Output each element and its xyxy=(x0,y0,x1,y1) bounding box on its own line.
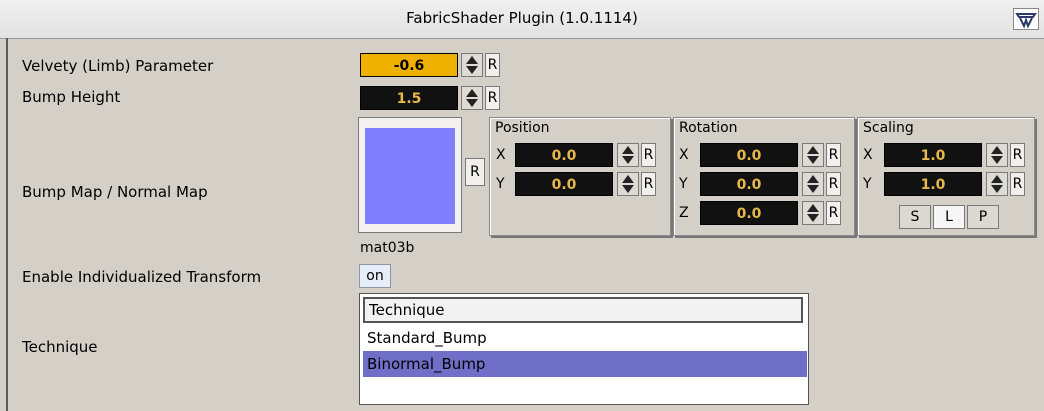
arrow-down-icon xyxy=(991,185,1003,193)
arrow-down-icon xyxy=(991,156,1003,164)
scaling-y-field[interactable]: 1.0 xyxy=(884,172,982,196)
arrow-down-icon xyxy=(622,185,634,193)
texture-preview xyxy=(365,128,455,224)
position-title: Position xyxy=(495,120,550,136)
texture-name: mat03b xyxy=(360,240,415,256)
arrow-up-icon xyxy=(807,175,819,183)
position-x-spinner[interactable] xyxy=(617,143,639,167)
arrow-down-icon xyxy=(807,156,819,164)
arrow-down-icon xyxy=(466,99,478,107)
scaling-x-label: X xyxy=(863,147,873,163)
arrow-down-icon xyxy=(622,156,634,164)
velvety-field[interactable]: -0.6 xyxy=(360,53,458,77)
scaling-mode-s-button[interactable]: S xyxy=(899,205,931,229)
velvety-reset-button[interactable]: R xyxy=(485,53,500,77)
arrow-down-icon xyxy=(807,214,819,222)
individual-transform-label: Enable Individualized Transform xyxy=(22,268,262,286)
rotation-x-label: X xyxy=(679,147,689,163)
technique-option-standard-bump[interactable]: Standard_Bump xyxy=(363,325,807,351)
bump-map-swatch[interactable] xyxy=(358,117,462,233)
arrow-up-icon xyxy=(991,146,1003,154)
rotation-z-label: Z xyxy=(679,205,689,221)
scaling-x-field[interactable]: 1.0 xyxy=(884,143,982,167)
position-x-field[interactable]: 0.0 xyxy=(515,143,613,167)
title-bar: FabricShader Plugin (1.0.1114) xyxy=(0,0,1044,39)
scaling-mode-p-button[interactable]: P xyxy=(967,205,999,229)
rotation-z-field[interactable]: 0.0 xyxy=(700,201,798,225)
bump-height-field[interactable]: 1.5 xyxy=(360,86,458,110)
technique-list[interactable]: Technique Standard_Bump Binormal_Bump xyxy=(359,293,809,405)
position-y-spinner[interactable] xyxy=(617,172,639,196)
rotation-y-reset-button[interactable]: R xyxy=(826,172,841,196)
position-x-reset-button[interactable]: R xyxy=(641,143,656,167)
rotation-title: Rotation xyxy=(679,120,738,136)
rotation-z-reset-button[interactable]: R xyxy=(826,201,841,225)
scaling-x-spinner[interactable] xyxy=(986,143,1008,167)
arrow-up-icon xyxy=(622,175,634,183)
rotation-y-label: Y xyxy=(679,176,688,192)
rotation-y-field[interactable]: 0.0 xyxy=(700,172,798,196)
arrow-up-icon xyxy=(466,56,478,64)
technique-list-header: Technique xyxy=(363,297,803,323)
bump-height-reset-button[interactable]: R xyxy=(485,86,500,110)
position-y-reset-button[interactable]: R xyxy=(641,172,656,196)
velvety-label: Velvety (Limb) Parameter xyxy=(22,57,214,75)
position-y-label: Y xyxy=(496,176,505,192)
bump-map-reset-button[interactable]: R xyxy=(465,158,485,186)
technique-label: Technique xyxy=(22,338,98,356)
position-x-label: X xyxy=(496,147,506,163)
rotation-x-reset-button[interactable]: R xyxy=(826,143,841,167)
scaling-y-spinner[interactable] xyxy=(986,172,1008,196)
individual-transform-toggle[interactable]: on xyxy=(359,264,391,288)
window-title: FabricShader Plugin (1.0.1114) xyxy=(406,9,638,27)
rotation-x-spinner[interactable] xyxy=(802,143,824,167)
scaling-y-label: Y xyxy=(863,176,872,192)
velvety-spinner[interactable] xyxy=(461,53,483,77)
arrow-up-icon xyxy=(466,89,478,97)
bump-height-label: Bump Height xyxy=(22,88,121,106)
scaling-x-reset-button[interactable]: R xyxy=(1010,143,1025,167)
scaling-mode-l-button[interactable]: L xyxy=(933,205,965,229)
arrow-down-icon xyxy=(466,66,478,74)
scaling-title: Scaling xyxy=(863,120,914,136)
plugin-icon[interactable] xyxy=(1013,8,1039,30)
scaling-y-reset-button[interactable]: R xyxy=(1010,172,1025,196)
arrow-up-icon xyxy=(622,146,634,154)
rotation-z-spinner[interactable] xyxy=(802,201,824,225)
position-y-field[interactable]: 0.0 xyxy=(515,172,613,196)
bump-height-spinner[interactable] xyxy=(461,86,483,110)
technique-option-binormal-bump[interactable]: Binormal_Bump xyxy=(363,351,807,377)
arrow-up-icon xyxy=(807,204,819,212)
arrow-up-icon xyxy=(807,146,819,154)
arrow-up-icon xyxy=(991,175,1003,183)
rotation-y-spinner[interactable] xyxy=(802,172,824,196)
bump-map-label: Bump Map / Normal Map xyxy=(22,183,208,201)
rotation-x-field[interactable]: 0.0 xyxy=(700,143,798,167)
arrow-down-icon xyxy=(807,185,819,193)
